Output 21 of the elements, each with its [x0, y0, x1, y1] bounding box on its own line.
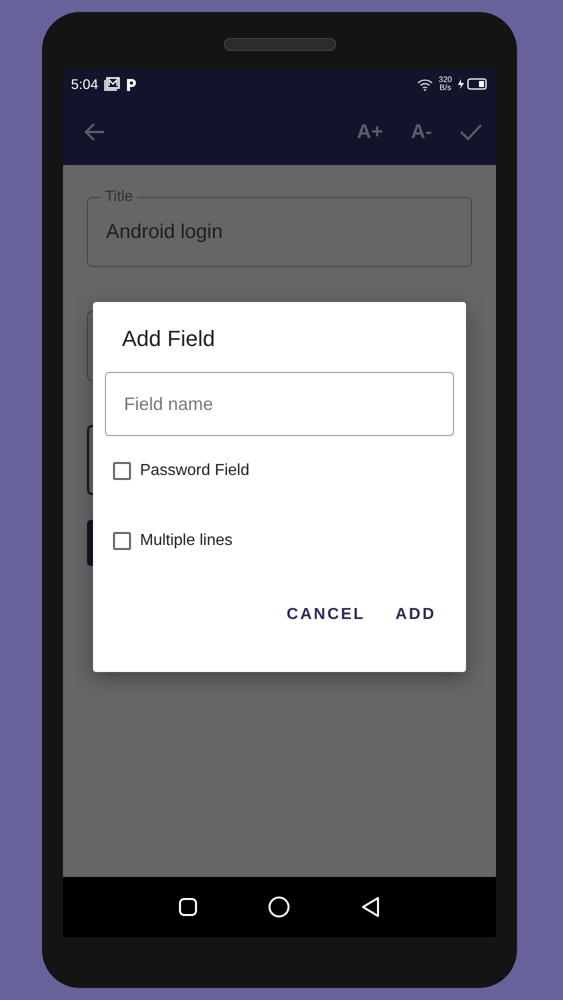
font-size-button[interactable]: A+	[356, 120, 383, 144]
parking-icon	[126, 78, 138, 90]
back-icon[interactable]	[360, 896, 381, 918]
recents-icon[interactable]	[178, 897, 198, 917]
dialog-button[interactable]: CANCEL	[278, 598, 374, 632]
status-time: 5:04	[71, 76, 98, 92]
dialog-button[interactable]: ADD	[387, 598, 444, 632]
wifi-icon	[416, 78, 433, 90]
checkbox[interactable]	[113, 532, 131, 550]
mail-icon	[104, 77, 120, 91]
checkbox[interactable]	[113, 462, 131, 480]
field-name-input[interactable]: Field name	[105, 372, 454, 436]
checkbox-label: Multiple lines	[140, 532, 232, 550]
check-icon[interactable]	[460, 123, 482, 141]
dialog-title: Add Field	[122, 326, 216, 352]
font-size-button[interactable]: A-	[410, 120, 432, 144]
checkbox-label: Password Field	[140, 462, 250, 480]
back-arrow-icon[interactable]	[83, 122, 105, 142]
network-speed: 320 B/s	[438, 76, 452, 92]
battery-icon	[458, 78, 488, 90]
home-icon[interactable]	[268, 896, 290, 918]
